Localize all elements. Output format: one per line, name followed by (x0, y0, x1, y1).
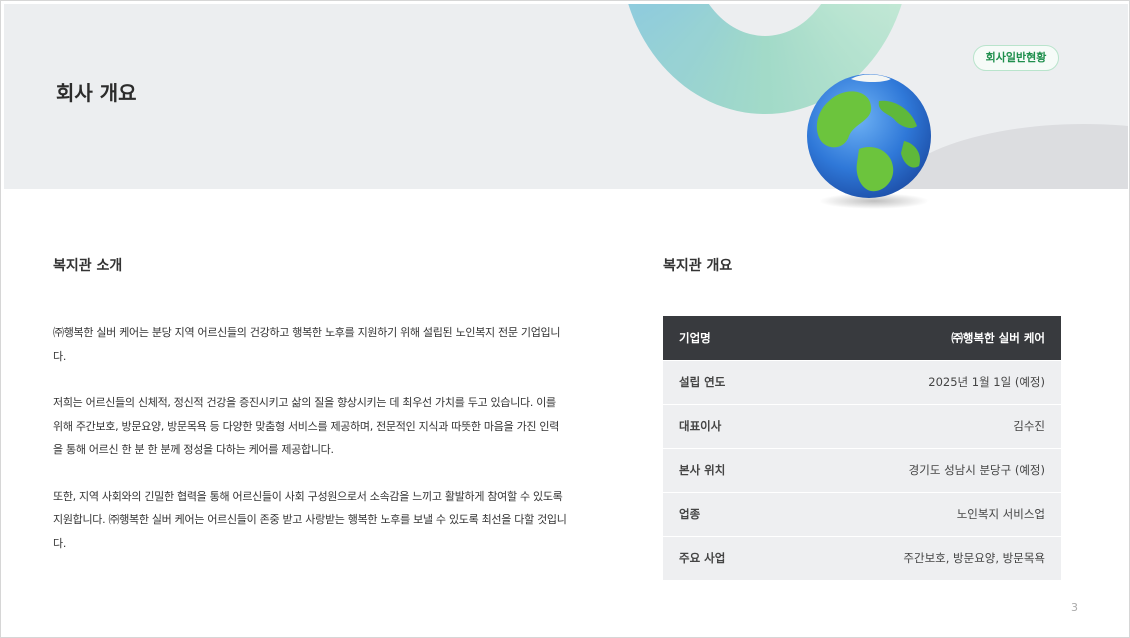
row-label: 설립 연도 (663, 360, 787, 405)
row-label: 업종 (663, 492, 787, 537)
table-row: 본사 위치 경기도 성남시 분당구 (예정) (663, 448, 1061, 493)
table-row: 대표이사 김수진 (663, 404, 1061, 449)
row-label: 기업명 (663, 316, 787, 361)
category-badge: 회사일반현황 (973, 45, 1059, 71)
page-title: 회사 개요 (56, 81, 137, 105)
row-value: 김수진 (786, 404, 1061, 449)
row-value: 노인복지 서비스업 (786, 492, 1061, 537)
row-value: ㈜행복한 실버 케어 (786, 316, 1061, 361)
intro-heading: 복지관 소개 (53, 258, 123, 274)
intro-paragraph: 저희는 어르신들의 신체적, 정신적 건강을 증진시키고 삶의 질을 향상시키는… (53, 396, 560, 456)
row-label: 대표이사 (663, 404, 787, 449)
intro-text: ㈜행복한 실버 케어는 분당 지역 어르신들의 건강하고 행복한 노후를 지원하… (53, 321, 568, 578)
slide: 회사 개요 회사일반현황 복지관 소개 ㈜행복한 실버 케어는 분당 지역 어르… (0, 0, 1130, 638)
table-row: 설립 연도 2025년 1월 1일 (예정) (663, 360, 1061, 405)
overview-heading: 복지관 개요 (663, 258, 733, 274)
row-value: 2025년 1월 1일 (예정) (786, 360, 1061, 405)
overview-table: 기업명 ㈜행복한 실버 케어 설립 연도 2025년 1월 1일 (예정) 대표… (663, 316, 1061, 581)
page-number: 3 (1071, 601, 1078, 614)
table-row: 주요 사업 주간보호, 방문요양, 방문목욕 (663, 536, 1061, 581)
row-value: 경기도 성남시 분당구 (예정) (786, 448, 1061, 493)
row-value: 주간보호, 방문요양, 방문목욕 (786, 536, 1061, 581)
row-label: 주요 사업 (663, 536, 787, 581)
header-banner: 회사 개요 회사일반현황 (4, 4, 1128, 189)
table-row: 업종 노인복지 서비스업 (663, 492, 1061, 537)
table-row: 기업명 ㈜행복한 실버 케어 (663, 316, 1061, 361)
intro-paragraph: 또한, 지역 사회와의 긴밀한 협력을 통해 어르신들이 사회 구성원으로서 소… (53, 489, 567, 550)
row-label: 본사 위치 (663, 448, 787, 493)
intro-paragraph: ㈜행복한 실버 케어는 분당 지역 어르신들의 건강하고 행복한 노후를 지원하… (53, 326, 561, 363)
globe-icon (807, 74, 931, 209)
